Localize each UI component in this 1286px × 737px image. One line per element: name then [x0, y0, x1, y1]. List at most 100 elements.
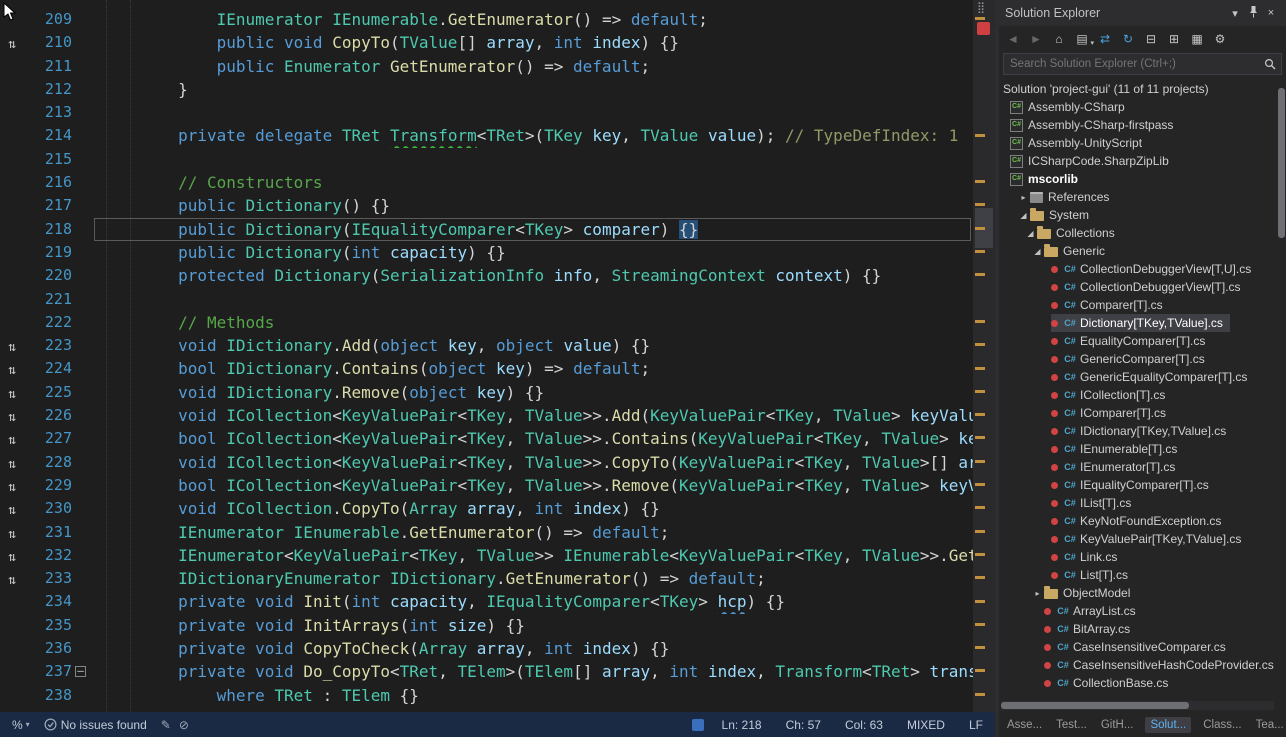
line-number[interactable]: 212	[24, 78, 72, 101]
tree-item[interactable]: C#IEnumerable[T].cs	[999, 440, 1277, 458]
line-indicator[interactable]: Ln: 218	[722, 718, 762, 732]
code-line[interactable]: 237– private void Do_CopyTo<TRet, TElem>…	[0, 660, 995, 683]
tree-item[interactable]: ▸References	[999, 188, 1277, 206]
implements-icon[interactable]: ⇅	[8, 550, 16, 565]
line-number[interactable]: 214	[24, 124, 72, 147]
tree-item[interactable]: C#CollectionDebuggerView[T,U].cs	[999, 260, 1277, 278]
tree-item[interactable]: C#IDictionary[TKey,TValue].cs	[999, 422, 1277, 440]
tree-item[interactable]: C#Assembly-CSharp	[999, 98, 1277, 116]
implements-icon[interactable]: ⇅	[8, 480, 16, 495]
tool-window-tab[interactable]: Test...	[1054, 717, 1089, 733]
expand-arrow-icon[interactable]: ▸	[1031, 589, 1044, 598]
code-text[interactable]: protected Dictionary(SerializationInfo i…	[92, 264, 995, 287]
error-indicator-icon[interactable]	[977, 22, 990, 35]
column-indicator[interactable]: Col: 63	[845, 718, 883, 732]
tree-item[interactable]: C#CollectionBase.cs	[999, 674, 1277, 692]
glyph-margin[interactable]	[0, 55, 24, 78]
glyph-margin[interactable]: ⇅	[0, 497, 24, 520]
implements-icon[interactable]: ⇅	[8, 527, 16, 542]
code-line[interactable]: ⇅229 bool ICollection<KeyValuePair<TKey,…	[0, 474, 995, 497]
tree-item[interactable]: C#mscorlib	[999, 170, 1277, 188]
tree-item[interactable]: C#Dictionary[TKey,TValue].cs	[999, 314, 1277, 332]
encoding-indicator[interactable]: MIXED	[907, 718, 945, 732]
glyph-margin[interactable]	[0, 171, 24, 194]
implements-icon[interactable]: ⇅	[8, 410, 16, 425]
refresh-icon[interactable]: ↻	[1119, 32, 1137, 46]
glyph-margin[interactable]	[0, 78, 24, 101]
line-number[interactable]: 218	[24, 218, 72, 241]
line-number[interactable]: 220	[24, 264, 72, 287]
line-number[interactable]: 215	[24, 148, 72, 171]
fold-collapse-icon[interactable]: –	[75, 666, 86, 677]
home-icon[interactable]: ⌂	[1050, 32, 1068, 46]
glyph-margin[interactable]	[0, 637, 24, 660]
code-text[interactable]: public Enumerator GetEnumerator() => def…	[92, 55, 995, 78]
glyph-margin[interactable]	[0, 288, 24, 311]
glyph-margin[interactable]: ⇅	[0, 567, 24, 590]
code-line[interactable]: 211 public Enumerator GetEnumerator() =>…	[0, 55, 995, 78]
code-text[interactable]: void IDictionary.Remove(object key) {}	[92, 381, 995, 404]
tree-item[interactable]: C#IComparer[T].cs	[999, 404, 1277, 422]
tool-window-tab[interactable]: Tea...	[1254, 717, 1286, 733]
code-text[interactable]: void IDictionary.Add(object key, object …	[92, 334, 995, 357]
code-text[interactable]: // Methods	[92, 311, 995, 334]
zoom-caret-icon[interactable]: ▾	[26, 720, 30, 729]
expand-arrow-icon[interactable]: ▸	[1017, 193, 1030, 202]
code-line[interactable]: 235 private void InitArrays(int size) {}	[0, 614, 995, 637]
tree-item[interactable]: C#Comparer[T].cs	[999, 296, 1277, 314]
code-line[interactable]: 222 // Methods	[0, 311, 995, 334]
tree-item[interactable]: C#CollectionDebuggerView[T].cs	[999, 278, 1277, 296]
splitter-grip-icon[interactable]: ⣿	[977, 1, 985, 14]
sync-with-active-document-icon[interactable]: ⇄	[1096, 32, 1114, 46]
code-text[interactable]	[92, 101, 995, 124]
code-line[interactable]: ⇅230 void ICollection.CopyTo(Array array…	[0, 497, 995, 520]
char-indicator[interactable]: Ch: 57	[786, 718, 821, 732]
settings-wrench-icon[interactable]: ⚙	[1211, 32, 1229, 46]
line-number[interactable]: 213	[24, 101, 72, 124]
tree-item[interactable]: ◢System	[999, 206, 1277, 224]
pen-icon[interactable]: ✎	[161, 718, 171, 732]
tree-item[interactable]: C#ICSharpCode.SharpZipLib	[999, 152, 1277, 170]
code-line[interactable]: ⇅223 void IDictionary.Add(object key, ob…	[0, 334, 995, 357]
glyph-margin[interactable]	[0, 590, 24, 613]
line-number[interactable]: 236	[24, 637, 72, 660]
glyph-margin[interactable]: ⇅	[0, 404, 24, 427]
line-number[interactable]: 224	[24, 357, 72, 380]
line-number[interactable]: 217	[24, 194, 72, 217]
implements-icon[interactable]: ⇅	[8, 573, 16, 588]
implements-icon[interactable]: ⇅	[8, 387, 16, 402]
code-line[interactable]: 214 private delegate TRet Transform<TRet…	[0, 124, 995, 147]
back-icon[interactable]: ◄	[1004, 32, 1022, 46]
tree-item[interactable]: C#Assembly-CSharp-firstpass	[999, 116, 1277, 134]
code-text[interactable]: IDictionaryEnumerator IDictionary.GetEnu…	[92, 567, 995, 590]
code-line[interactable]: ⇅233 IDictionaryEnumerator IDictionary.G…	[0, 567, 995, 590]
line-number[interactable]: 234	[24, 590, 72, 613]
line-number[interactable]: 238	[24, 684, 72, 707]
forward-icon[interactable]: ►	[1027, 32, 1045, 46]
code-line[interactable]: 221	[0, 288, 995, 311]
code-line[interactable]: 219 public Dictionary(int capacity) {}	[0, 241, 995, 264]
search-icon[interactable]	[1264, 58, 1276, 70]
code-text[interactable]: bool ICollection<KeyValuePair<TKey, TVal…	[92, 427, 995, 450]
implements-icon[interactable]: ⇅	[8, 340, 16, 355]
code-line[interactable]: 220 protected Dictionary(SerializationIn…	[0, 264, 995, 287]
glyph-margin[interactable]: ⇅	[0, 451, 24, 474]
code-line[interactable]: 215	[0, 148, 995, 171]
line-number[interactable]: 221	[24, 288, 72, 311]
tree-item[interactable]: C#List[T].cs	[999, 566, 1277, 584]
glyph-margin[interactable]: ⇅	[0, 474, 24, 497]
code-text[interactable]: void ICollection<KeyValuePair<TKey, TVal…	[92, 451, 995, 474]
glyph-margin[interactable]: ⇅	[0, 334, 24, 357]
window-menu-icon[interactable]: ▾	[1226, 7, 1244, 20]
implements-icon[interactable]: ⇅	[8, 457, 16, 472]
glyph-margin[interactable]: ⇅	[0, 521, 24, 544]
code-text[interactable]	[92, 148, 995, 171]
tree-horizontal-scrollbar-thumb[interactable]	[1001, 702, 1189, 709]
code-text[interactable]: private delegate TRet Transform<TRet>(TK…	[92, 124, 995, 147]
code-text[interactable]: private void InitArrays(int size) {}	[92, 614, 995, 637]
code-line[interactable]: ⇅224 bool IDictionary.Contains(object ke…	[0, 357, 995, 380]
glyph-margin[interactable]: ⇅	[0, 357, 24, 380]
tree-item[interactable]: C#KeyValuePair[TKey,TValue].cs	[999, 530, 1277, 548]
tree-item[interactable]: ◢Collections	[999, 224, 1277, 242]
glyph-margin[interactable]	[0, 148, 24, 171]
